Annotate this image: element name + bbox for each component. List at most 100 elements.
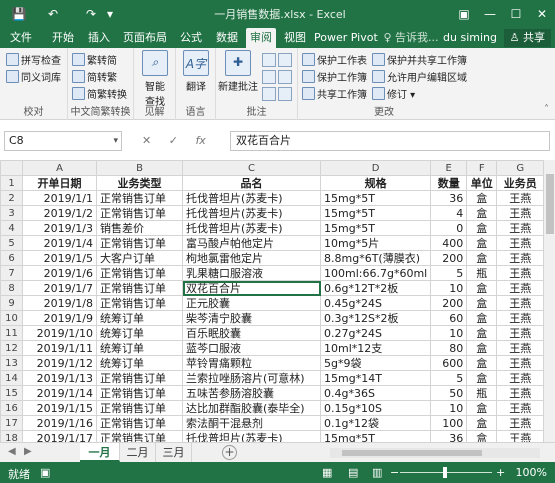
protect-workbook-button[interactable]: 保护工作簿 [302,70,367,86]
tab-view[interactable]: 视图 [282,28,308,48]
table-cell[interactable]: 托伐普坦片(苏麦卡) [182,190,321,206]
column-header[interactable]: E [430,160,468,176]
table-cell[interactable]: 2019/1/2 [22,205,97,221]
table-cell[interactable]: 索法酮干混悬剂 [182,415,321,431]
table-cell[interactable]: 60 [430,310,468,326]
table-cell[interactable]: 15mg*5T [319,430,432,442]
table-cell[interactable]: 正常销售订单 [96,265,183,281]
table-cell[interactable]: 盒 [466,325,498,341]
table-cell[interactable]: 枸地氯雷他定片 [182,250,321,266]
table-cell[interactable]: 盒 [466,280,498,296]
table-cell[interactable]: 5g*9袋 [319,355,432,371]
table-cell[interactable]: 2019/1/16 [22,415,97,431]
formula-input[interactable]: 双花百合片 [230,131,550,151]
previous-comment-icon[interactable] [262,70,276,84]
row-number[interactable]: 3 [0,205,23,221]
row-number[interactable]: 17 [0,415,23,431]
table-cell[interactable]: 5 [430,265,468,281]
row-number[interactable]: 1 [0,175,23,191]
column-header[interactable]: C [182,160,321,176]
table-cell[interactable]: 2019/1/3 [22,220,97,236]
table-cell[interactable]: 王燕 [496,355,545,371]
delete-comment-icon[interactable] [262,53,276,67]
table-cell[interactable]: 王燕 [496,280,545,296]
select-all-corner[interactable] [0,160,23,176]
table-cell[interactable]: 统筹订单 [96,340,183,356]
column-header[interactable]: F [466,160,498,176]
table-cell[interactable]: 4 [430,205,468,221]
zoom-in-icon[interactable]: + [496,466,505,479]
table-cell[interactable]: 2019/1/8 [22,295,97,311]
table-cell[interactable]: 托伐普坦片(苏麦卡) [182,220,321,236]
prev-sheet-icon[interactable]: ◀ [8,446,16,457]
vertical-scroll-thumb[interactable] [546,174,554,234]
row-number[interactable]: 8 [0,280,23,296]
header-cell[interactable]: 单位 [466,175,498,191]
table-cell[interactable]: 王燕 [496,205,545,221]
table-cell[interactable]: 正常销售订单 [96,385,183,401]
allow-edit-ranges-button[interactable]: 允许用户编辑区域 [372,70,467,86]
table-cell[interactable]: 0.15g*10S [319,400,432,416]
row-number[interactable]: 4 [0,220,23,236]
table-cell[interactable]: 0.4g*36S [319,385,432,401]
tab-file[interactable]: 文件 [6,28,36,48]
tab-insert[interactable]: 插入 [84,28,114,48]
tab-page-layout[interactable]: 页面布局 [120,28,170,48]
table-cell[interactable]: 2019/1/7 [22,280,97,296]
table-cell[interactable]: 盒 [466,400,498,416]
header-cell[interactable]: 品名 [182,175,321,191]
thesaurus-button[interactable]: 同义词库 [6,70,61,86]
row-number[interactable]: 15 [0,385,23,401]
zoom-out-icon[interactable]: − [390,466,399,479]
table-cell[interactable]: 2019/1/17 [22,430,97,442]
close-button[interactable]: ✕ [529,4,555,24]
table-cell[interactable]: 15mg*5T [319,190,432,206]
row-number[interactable]: 9 [0,295,23,311]
row-number[interactable]: 12 [0,340,23,356]
to-simplified-button[interactable]: 简转繁 [72,70,117,86]
tab-review[interactable]: 审阅 [246,28,276,48]
table-cell[interactable]: 正常销售订单 [96,295,183,311]
sheet-tab-feb[interactable]: 二月 [120,443,156,462]
table-cell[interactable]: 15mg*5T [319,205,432,221]
table-cell[interactable]: 正常销售订单 [96,430,183,442]
row-number[interactable]: 13 [0,355,23,371]
vertical-scrollbar[interactable] [543,160,555,442]
table-cell[interactable]: 400 [430,235,468,251]
show-ink-icon[interactable] [278,87,292,101]
table-cell[interactable]: 5 [430,370,468,386]
table-cell[interactable]: 柴芩清宁胶囊 [182,310,321,326]
table-cell[interactable]: 百乐眠胶囊 [182,325,321,341]
table-cell[interactable]: 销售差价 [96,220,183,236]
table-cell[interactable]: 0.27g*24S [319,325,432,341]
normal-view-icon[interactable]: ▦ [322,466,332,479]
table-cell[interactable]: 100ml:66.7g*60ml [319,265,432,281]
table-cell[interactable]: 盒 [466,310,498,326]
table-cell[interactable]: 盒 [466,355,498,371]
table-cell[interactable]: 10 [430,280,468,296]
ribbon-display-options-icon[interactable]: ▣ [451,4,477,24]
tab-formulas[interactable]: 公式 [176,28,206,48]
table-cell[interactable]: 10mg*5片 [319,235,432,251]
table-cell[interactable]: 10ml*12支 [319,340,432,356]
table-cell[interactable]: 盒 [466,340,498,356]
tell-me-box[interactable]: ♀ 告诉我... [382,28,440,48]
table-cell[interactable]: 王燕 [496,400,545,416]
tab-home[interactable]: 开始 [48,28,78,48]
page-layout-view-icon[interactable]: ▤ [348,466,358,479]
table-cell[interactable]: 正常销售订单 [96,205,183,221]
table-cell[interactable]: 2019/1/1 [22,190,97,206]
table-cell[interactable]: 王燕 [496,430,545,442]
table-cell[interactable]: 统筹订单 [96,310,183,326]
table-cell[interactable]: 王燕 [496,325,545,341]
row-number[interactable]: 18 [0,430,23,442]
protect-and-share-button[interactable]: 保护并共享工作簿 [372,53,467,69]
zoom-level[interactable]: 100% [516,466,547,479]
name-box[interactable]: C8 ▾ [4,131,122,151]
table-cell[interactable]: 600 [430,355,468,371]
table-cell[interactable]: 正元胶囊 [182,295,321,311]
enter-icon[interactable]: ✓ [169,134,178,147]
table-cell[interactable]: 50 [430,385,468,401]
table-cell[interactable]: 15mg*14T [319,370,432,386]
show-all-comments-icon[interactable] [278,70,292,84]
